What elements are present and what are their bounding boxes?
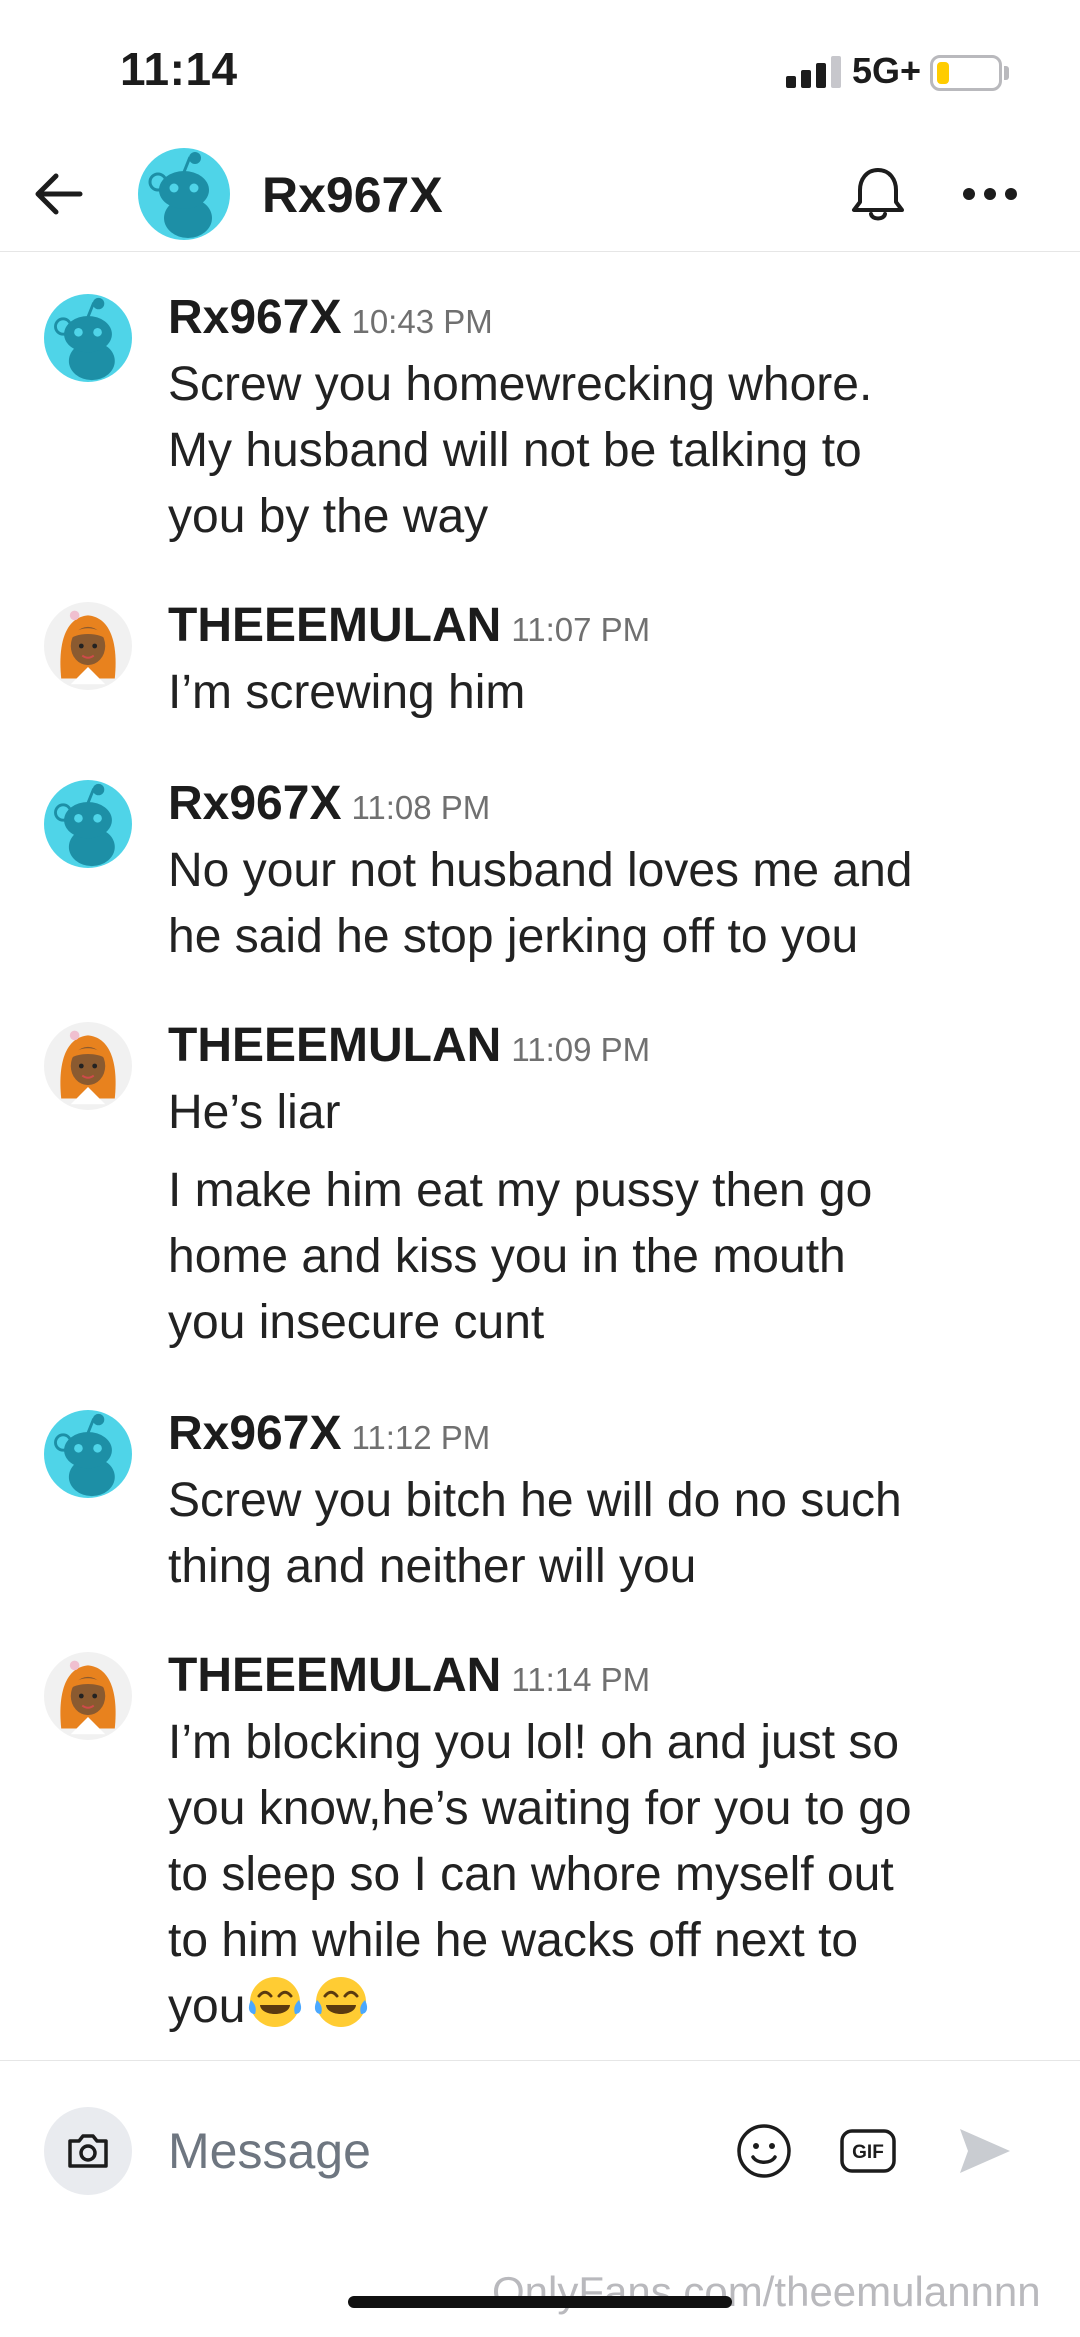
battery-tip bbox=[1004, 66, 1009, 80]
send-icon bbox=[960, 2129, 1010, 2173]
status-bar: 11:14 5G+ bbox=[0, 0, 1080, 140]
message-time: 11:08 PM bbox=[351, 789, 491, 826]
message-header: THEEEMULAN 11:14 PM bbox=[168, 1648, 650, 1703]
signal-strength-icon bbox=[786, 56, 842, 88]
snoo-avatar[interactable] bbox=[44, 294, 132, 382]
camera-button[interactable] bbox=[44, 2107, 132, 2195]
message-text: Screw you bitch he will do no such thing… bbox=[168, 1474, 902, 1593]
message-time: 11:07 PM bbox=[511, 611, 651, 648]
emoji-button[interactable] bbox=[726, 2113, 802, 2189]
message-author[interactable]: Rx967X bbox=[168, 1407, 341, 1460]
network-type: 5G+ bbox=[852, 50, 922, 91]
battery-icon bbox=[930, 55, 1002, 91]
message-time: 11:12 PM bbox=[351, 1419, 491, 1456]
send-button[interactable] bbox=[944, 2109, 1024, 2193]
arrow-left-icon bbox=[35, 173, 83, 215]
message-author[interactable]: Rx967X bbox=[168, 777, 341, 830]
face-with-tears-of-joy-icon bbox=[249, 1977, 302, 2027]
message-time: 11:14 PM bbox=[511, 1661, 651, 1698]
more-options-button[interactable] bbox=[950, 154, 1030, 234]
chat-header: Rx967X bbox=[0, 140, 1080, 252]
message-text: I’m screwing him bbox=[168, 666, 526, 719]
home-indicator[interactable] bbox=[348, 2296, 732, 2308]
header-title: Rx967X bbox=[262, 167, 443, 223]
notifications-button[interactable] bbox=[838, 154, 918, 234]
message-text: No your not husband loves me and he said… bbox=[168, 844, 913, 963]
camera-icon bbox=[68, 2134, 108, 2168]
message-text: I make him eat my pussy then go home and… bbox=[168, 1164, 873, 1349]
message-author[interactable]: THEEEMULAN bbox=[168, 1019, 501, 1072]
message-body: I’m screwing him bbox=[168, 660, 1048, 726]
message-body: No your not husband loves me and he said… bbox=[168, 838, 1048, 970]
mulan-avatar[interactable] bbox=[44, 1022, 132, 1110]
message-time: 11:09 PM bbox=[511, 1031, 651, 1068]
more-horizontal-icon bbox=[963, 188, 975, 200]
gif-icon: GIF bbox=[840, 2129, 896, 2173]
gif-label: GIF bbox=[852, 2142, 884, 2163]
message-author[interactable]: THEEEMULAN bbox=[168, 599, 501, 652]
snoo-avatar[interactable] bbox=[44, 780, 132, 868]
mulan-avatar[interactable] bbox=[44, 602, 132, 690]
message-time: 10:43 PM bbox=[351, 303, 493, 340]
snoo-avatar[interactable] bbox=[44, 1410, 132, 1498]
message-header: Rx967X 10:43 PM bbox=[168, 290, 493, 345]
watermark: OnlyFans.com/theemulannnn bbox=[492, 2268, 1041, 2315]
message-text: Screw you homewrecking whore. My husband… bbox=[168, 358, 873, 543]
mulan-avatar[interactable] bbox=[44, 1652, 132, 1740]
message-header: THEEEMULAN 11:09 PM bbox=[168, 1018, 650, 1073]
message-text: He’s liar bbox=[168, 1086, 341, 1139]
header-avatar[interactable] bbox=[138, 148, 230, 240]
status-time: 11:14 bbox=[120, 43, 238, 95]
message-author[interactable]: THEEEMULAN bbox=[168, 1649, 501, 1702]
message-body: Screw you bitch he will do no such thing… bbox=[168, 1468, 1048, 1600]
gif-button[interactable]: GIF bbox=[830, 2113, 906, 2189]
message-input[interactable] bbox=[168, 2113, 688, 2189]
message-text: I’m blocking you lol! oh and just so you… bbox=[168, 1710, 1048, 2040]
face-with-tears-of-joy-icon bbox=[315, 1977, 368, 2027]
message-header: Rx967X 11:12 PM bbox=[168, 1406, 490, 1461]
message-body: I’m blocking you lol! oh and just so you… bbox=[168, 1710, 1048, 2040]
bell-icon bbox=[852, 168, 904, 221]
back-button[interactable] bbox=[20, 154, 100, 234]
message-author[interactable]: Rx967X bbox=[168, 291, 341, 344]
message-header: Rx967X 11:08 PM bbox=[168, 776, 490, 831]
message-composer: GIF bbox=[0, 2060, 1080, 2240]
smiley-icon bbox=[737, 2124, 791, 2178]
message-header: THEEEMULAN 11:07 PM bbox=[168, 598, 650, 653]
message-body: He’s liar I make him eat my pussy then g… bbox=[168, 1080, 1048, 1356]
message-body: Screw you homewrecking whore. My husband… bbox=[168, 352, 1048, 550]
